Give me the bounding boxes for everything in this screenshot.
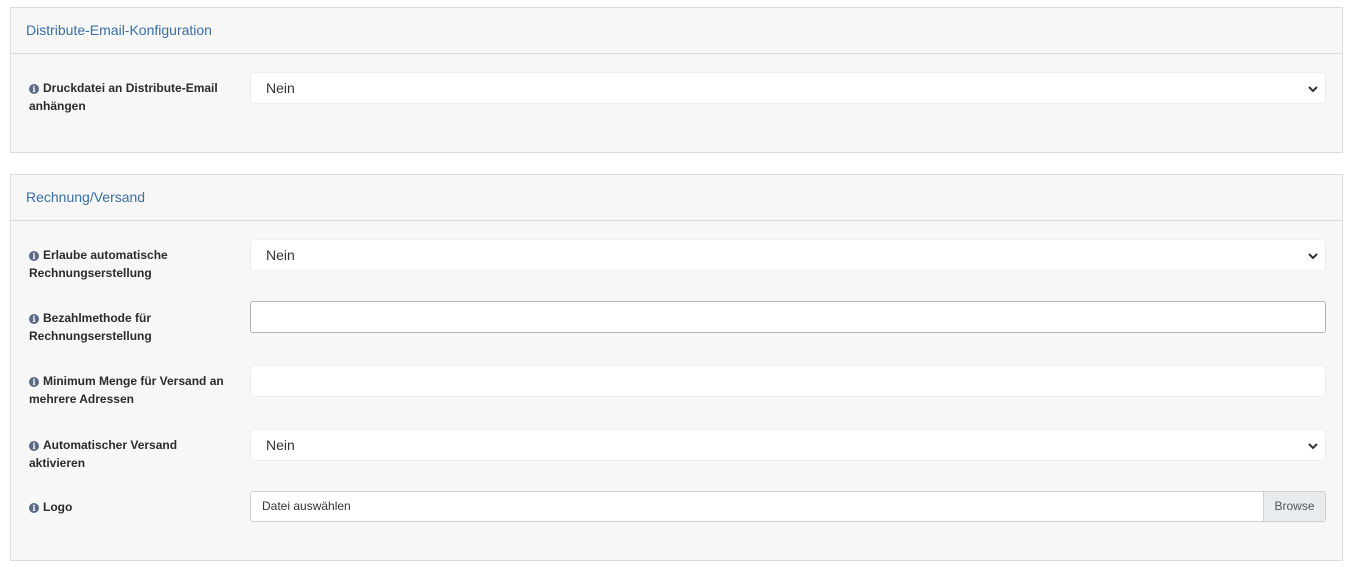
- chevron-down-icon: [1308, 86, 1318, 93]
- info-icon[interactable]: i: [29, 503, 39, 513]
- section-title: Distribute-Email-Konfiguration: [11, 8, 1342, 54]
- section-title: Rechnung/Versand: [11, 175, 1342, 221]
- info-icon[interactable]: i: [29, 441, 39, 451]
- chevron-down-icon: [1308, 253, 1318, 260]
- logo-file-input[interactable]: Datei auswählen Browse: [250, 491, 1326, 522]
- chevron-down-icon: [1308, 443, 1318, 450]
- rechnung-versand-panel: Rechnung/Versand i Erlaube automatische R…: [10, 174, 1343, 561]
- select-value: Nein: [266, 247, 295, 263]
- info-icon[interactable]: i: [29, 377, 39, 387]
- select-value: Nein: [266, 80, 295, 96]
- info-icon[interactable]: i: [29, 84, 39, 94]
- minimum-input[interactable]: [250, 365, 1326, 397]
- browse-button[interactable]: Browse: [1263, 492, 1325, 521]
- info-icon[interactable]: i: [29, 314, 39, 324]
- info-icon[interactable]: i: [29, 251, 39, 261]
- versand-label: i Automatischer Versand aktivieren: [29, 438, 178, 470]
- rechnung-select[interactable]: Nein: [250, 239, 1326, 271]
- druckdatei-label: i Druckdatei an Distribute-Email anhängen: [29, 81, 218, 113]
- distribute-email-panel: Distribute-Email-Konfiguration i Druckdat…: [10, 7, 1343, 153]
- select-value: Nein: [266, 437, 295, 453]
- bezahlmethode-label: i Bezahlmethode für Rechnungserstellung: [29, 311, 152, 343]
- logo-label: i Logo: [29, 498, 229, 516]
- rechnung-label: i Erlaube automatische Rechnungserstellun…: [29, 248, 168, 280]
- versand-select[interactable]: Nein: [250, 429, 1326, 461]
- druckdatei-select[interactable]: Nein: [250, 72, 1326, 104]
- bezahlmethode-input[interactable]: [250, 301, 1326, 333]
- file-placeholder: Datei auswählen: [262, 499, 351, 513]
- minimum-label: i Minimum Menge für Versand an mehrere Ad…: [29, 374, 224, 406]
